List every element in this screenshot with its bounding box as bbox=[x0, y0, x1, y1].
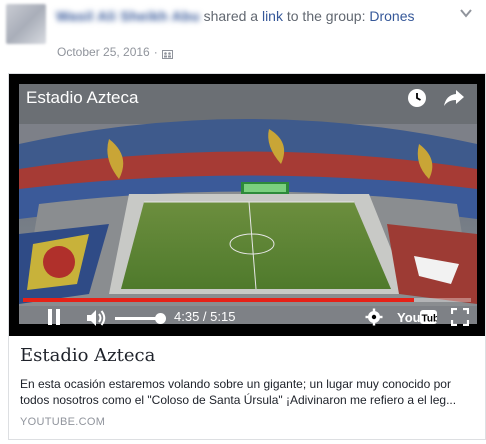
card-body[interactable]: Estadio Azteca En esta ocasión estaremos… bbox=[9, 336, 485, 439]
video-title[interactable]: Estadio Azteca bbox=[26, 88, 138, 108]
meta-separator: · bbox=[153, 45, 158, 59]
to-text: to the group: bbox=[286, 8, 366, 24]
share-arrow-icon[interactable] bbox=[443, 88, 465, 113]
video-time: 4:35 / 5:15 bbox=[174, 309, 236, 324]
chevron-down-icon[interactable] bbox=[460, 8, 472, 18]
svg-text:You: You bbox=[397, 310, 421, 325]
post-headline: Wasil Ali Sheikh Abu shared a link to th… bbox=[56, 7, 415, 25]
video-controls: 4:35 / 5:15 You Tube bbox=[19, 304, 477, 332]
volume-icon[interactable] bbox=[86, 308, 108, 333]
card-description-line: En esta ocasión estaremos volando sobre … bbox=[20, 377, 451, 391]
action-text: shared a bbox=[203, 8, 259, 24]
post-date[interactable]: October 25, 2016 bbox=[57, 45, 150, 59]
svg-text:Tube: Tube bbox=[422, 314, 438, 325]
gear-icon[interactable] bbox=[365, 308, 383, 331]
video-top-icons bbox=[407, 88, 465, 113]
pause-icon[interactable] bbox=[47, 308, 61, 331]
avatar[interactable] bbox=[6, 4, 46, 44]
progress-fill bbox=[23, 298, 415, 302]
card-description: En esta ocasión estaremos volando sobre … bbox=[20, 376, 478, 408]
clock-icon[interactable] bbox=[407, 88, 427, 113]
video-player[interactable]: Estadio Azteca 4:35 / 5:15 You Tub bbox=[9, 74, 485, 336]
link-preview-card[interactable]: Estadio Azteca 4:35 / 5:15 You Tub Estad… bbox=[8, 73, 486, 440]
group-audience-icon[interactable] bbox=[161, 48, 173, 59]
fullscreen-icon[interactable] bbox=[450, 307, 470, 331]
card-domain: YOUTUBE.COM bbox=[20, 416, 106, 428]
post-meta: October 25, 2016 · bbox=[57, 45, 173, 59]
link-word[interactable]: link bbox=[262, 8, 283, 24]
author-name[interactable]: Wasil Ali Sheikh Abu bbox=[56, 7, 200, 25]
stadium-aerial-image bbox=[19, 84, 477, 324]
youtube-logo[interactable]: You Tube bbox=[397, 307, 445, 332]
post-header: Wasil Ali Sheikh Abu shared a link to th… bbox=[0, 0, 486, 66]
group-name-link[interactable]: Drones bbox=[369, 8, 414, 24]
card-title[interactable]: Estadio Azteca bbox=[20, 345, 155, 366]
video-progress-bar[interactable] bbox=[23, 298, 471, 302]
volume-slider-knob[interactable] bbox=[155, 313, 166, 324]
video-thumbnail[interactable] bbox=[19, 84, 477, 324]
card-description-line: todos nosotros como el "Coloso de Santa … bbox=[20, 393, 457, 407]
